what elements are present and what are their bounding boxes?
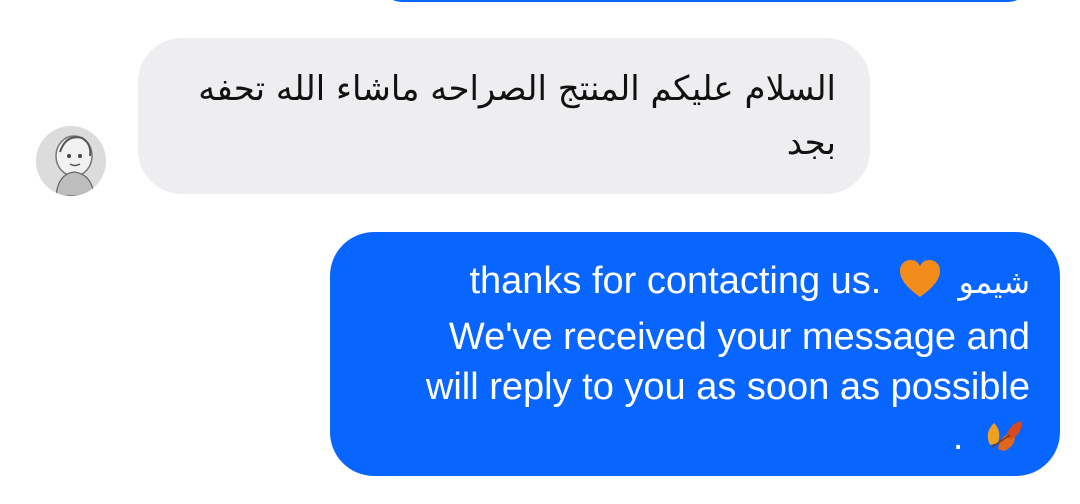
- previous-outgoing-bubble-edge[interactable]: [380, 0, 1030, 2]
- user-avatar-photo: [36, 126, 106, 196]
- recipient-name: شيمو: [958, 263, 1031, 301]
- outgoing-line-1: thanks for contacting us. شيمو: [360, 256, 1030, 312]
- chat-thread: السلام عليكم المنتج الصراحه ماشاء الله ت…: [0, 0, 1080, 504]
- incoming-message-text: السلام عليكم المنتج الصراحه ماشاء الله ت…: [198, 69, 836, 163]
- sender-avatar[interactable]: [36, 126, 106, 196]
- outgoing-line-4: .: [360, 412, 1030, 468]
- orange-heart-icon: [898, 259, 942, 312]
- incoming-message-bubble[interactable]: السلام عليكم المنتج الصراحه ماشاء الله ت…: [138, 38, 870, 194]
- outgoing-line-4-text: .: [952, 416, 964, 458]
- outgoing-line-1-text: thanks for contacting us.: [469, 260, 882, 302]
- outgoing-line-2: We've received your message and: [448, 316, 1030, 358]
- autumn-leaves-icon: [980, 415, 1024, 468]
- outgoing-message-bubble[interactable]: thanks for contacting us. شيمو We've rec…: [330, 232, 1060, 476]
- outgoing-line-3: will reply to you as soon as possible: [425, 366, 1030, 408]
